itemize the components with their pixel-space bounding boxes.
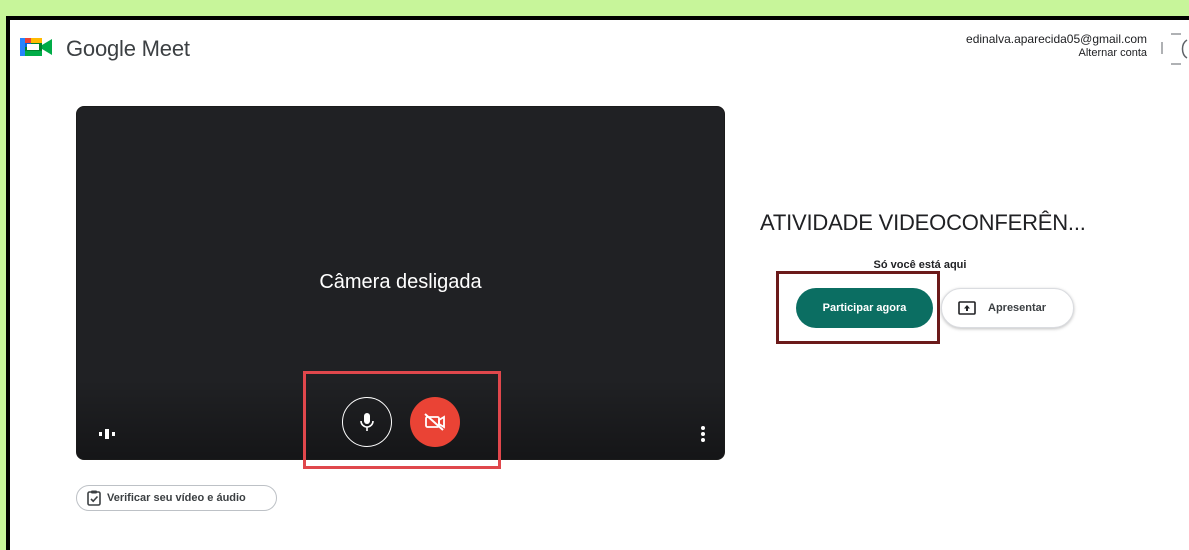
- account-info: edinalva.aparecida05@gmail.com Alternar …: [966, 32, 1147, 59]
- visual-effects-icon[interactable]: [99, 429, 115, 439]
- present-screen-icon: [958, 301, 976, 315]
- avatar[interactable]: [1159, 32, 1189, 66]
- present-label: Apresentar: [988, 302, 1047, 314]
- brand-name[interactable]: Google Meet: [66, 36, 190, 62]
- clipboard-check-icon: [87, 490, 101, 506]
- present-button[interactable]: Apresentar: [941, 288, 1074, 328]
- account-email: edinalva.aparecida05@gmail.com: [966, 32, 1147, 46]
- check-video-audio-button[interactable]: Verificar seu vídeo e áudio: [76, 485, 277, 511]
- more-vert-icon[interactable]: [700, 425, 706, 443]
- check-video-audio-label: Verificar seu vídeo e áudio: [107, 492, 246, 504]
- google-meet-logo: [20, 38, 52, 56]
- meet-page: Google Meet edinalva.aparecida05@gmail.c…: [10, 20, 1189, 550]
- controls-highlight-box: [303, 371, 501, 469]
- switch-account-link[interactable]: Alternar conta: [966, 47, 1147, 59]
- camera-off-text: Câmera desligada: [319, 271, 482, 293]
- participants-status: Só você está aqui: [873, 259, 967, 271]
- join-highlight-box: [776, 271, 940, 344]
- meeting-title: ATIVIDADE VIDEOCONFERÊN...: [760, 210, 1086, 235]
